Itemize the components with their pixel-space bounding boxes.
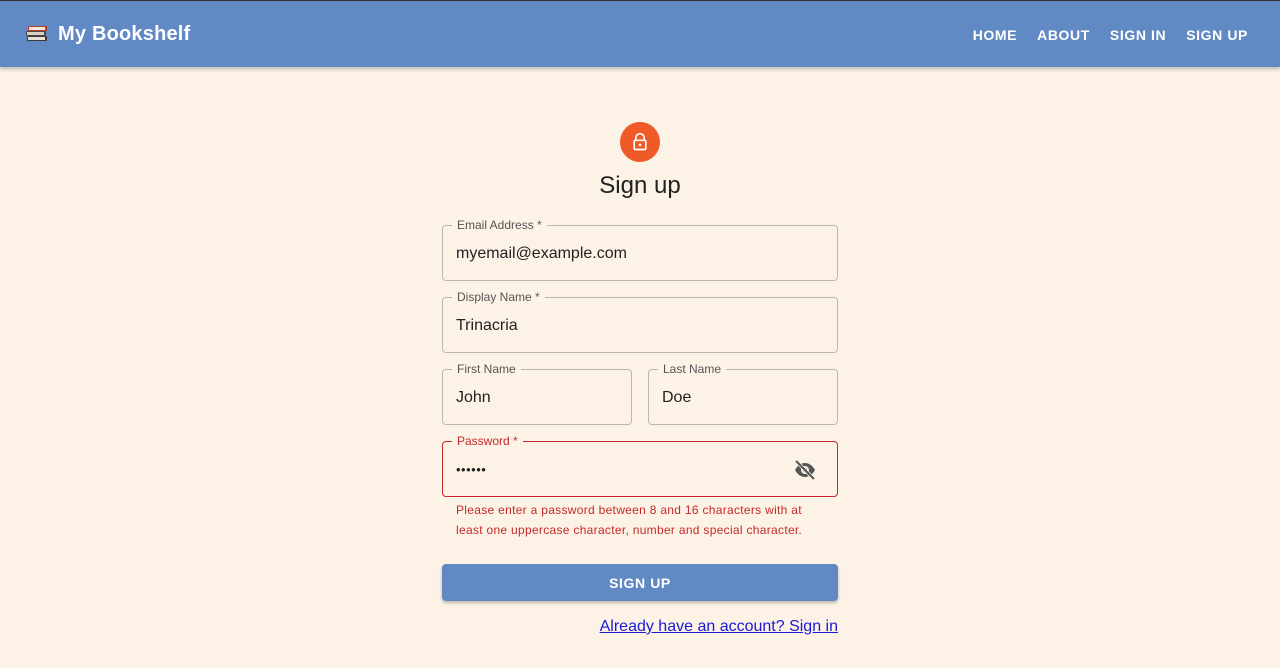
email-value[interactable]: myemail@example.com [456,244,627,264]
sign-up-button[interactable]: SIGN UP [442,564,838,601]
brand[interactable]: My Bookshelf [24,21,190,47]
first-name-label: First Name [452,362,521,376]
email-label: Email Address * [452,218,547,232]
password-label: Password * [452,434,523,448]
last-name-label: Last Name [658,362,727,376]
app-title: My Bookshelf [58,22,191,45]
nav-about[interactable]: ABOUT [1029,21,1098,49]
last-name-field[interactable]: Last Name Doe [648,362,838,425]
lock-icon [633,132,647,151]
display-name-value[interactable]: Trinacria [456,316,518,336]
last-name-value[interactable]: Doe [662,388,691,408]
app-bar: My Bookshelf HOME ABOUT SIGN IN SIGN UP [0,0,1280,67]
nav-home[interactable]: HOME [965,21,1025,49]
first-name-value[interactable]: John [456,388,491,408]
nav-sign-in[interactable]: SIGN IN [1102,21,1174,49]
password-field[interactable]: Password * •••••• [442,434,838,497]
top-nav: HOME ABOUT SIGN IN SIGN UP [961,1,1256,68]
lock-avatar [620,122,660,162]
password-error-text: Please enter a password between 8 and 16… [456,503,803,537]
nav-sign-up[interactable]: SIGN UP [1178,21,1256,49]
password-value[interactable]: •••••• [456,460,486,480]
visibility-off-icon[interactable] [793,459,817,481]
email-field[interactable]: Email Address * myemail@example.com [442,218,838,281]
display-name-field[interactable]: Display Name * Trinacria [442,290,838,353]
first-name-field[interactable]: First Name John [442,362,632,425]
display-name-label: Display Name * [452,290,545,304]
page-title: Sign up [599,172,681,199]
books-icon [24,21,50,47]
sign-in-link[interactable]: Already have an account? Sign in [600,618,838,636]
